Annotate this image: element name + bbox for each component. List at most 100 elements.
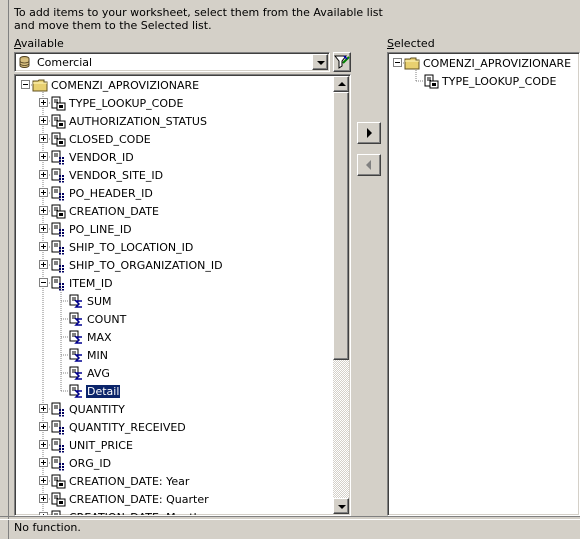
tree-node[interactable]: CREATION_DATE: Month	[15, 508, 333, 515]
tree-node-label: MIN	[87, 349, 108, 362]
selected-label: Selected	[387, 37, 435, 50]
tree-node[interactable]: VENDOR_ID	[15, 148, 333, 166]
numeric-item-icon	[50, 221, 66, 237]
tree-node[interactable]: QUANTITY	[15, 400, 333, 418]
tree-node-label: VENDOR_ID	[69, 151, 134, 164]
tree-node[interactable]: SHIP_TO_LOCATION_ID	[15, 238, 333, 256]
lov-item-icon	[50, 131, 66, 147]
tree-node[interactable]: MAX	[15, 328, 333, 346]
tree-node[interactable]: SHIP_TO_ORGANIZATION_ID	[15, 256, 333, 274]
expand-plus-icon[interactable]	[39, 134, 48, 143]
selected-tree[interactable]: COMENZI_APROVIZIONARE TYPE_LOOKUP_CODE	[387, 52, 580, 516]
move-to-selected-button[interactable]	[357, 122, 381, 144]
tree-node-label: COMENZI_APROVIZIONARE	[51, 79, 200, 92]
tree-node-label: PO_HEADER_ID	[69, 187, 153, 200]
expand-plus-icon[interactable]	[39, 512, 48, 515]
tree-node-label: CLOSED_CODE	[69, 133, 151, 146]
tree-node[interactable]: COMENZI_APROVIZIONARE	[388, 54, 578, 72]
tree-node-label: CREATION_DATE	[69, 205, 159, 218]
lov-item-icon	[423, 73, 439, 89]
tree-node-label: AUTHORIZATION_STATUS	[69, 115, 207, 128]
tree-node[interactable]: CREATION_DATE: Year	[15, 472, 333, 490]
tree-node-label: COUNT	[87, 313, 127, 326]
tree-node[interactable]: MIN	[15, 346, 333, 364]
business-area-value: Comercial	[37, 56, 93, 69]
expand-plus-icon[interactable]	[39, 98, 48, 107]
tree-node-label: PO_LINE_ID	[69, 223, 132, 236]
numeric-item-icon	[50, 257, 66, 273]
tree-node-label: SUM	[87, 295, 112, 308]
tree-node-label: SHIP_TO_ORGANIZATION_ID	[69, 259, 223, 272]
tree-node-label: CREATION_DATE: Month	[69, 511, 201, 515]
status-bar-text: No function.	[14, 521, 81, 534]
tree-node-label: SHIP_TO_LOCATION_ID	[69, 241, 194, 254]
numeric-item-icon	[50, 239, 66, 255]
filter-icon	[334, 55, 350, 69]
tree-node[interactable]: ITEM_ID	[15, 274, 333, 292]
numeric-item-icon	[50, 419, 66, 435]
numeric-item-icon	[50, 437, 66, 453]
tree-node[interactable]: SUM	[15, 292, 333, 310]
tree-node[interactable]: AVG	[15, 364, 333, 382]
tree-node[interactable]: COUNT	[15, 310, 333, 328]
numeric-item-icon	[50, 167, 66, 183]
filter-button[interactable]	[333, 52, 351, 72]
tree-node[interactable]: Detail	[15, 382, 333, 400]
tree-node[interactable]: VENDOR_SITE_ID	[15, 166, 333, 184]
lov-item-icon	[50, 509, 66, 515]
available-tree[interactable]: COMENZI_APROVIZIONARE TYPE_LOOKUP_CODE AUT…	[14, 74, 351, 516]
numeric-item-icon	[50, 185, 66, 201]
scroll-thumb[interactable]	[333, 92, 349, 360]
expand-plus-icon[interactable]	[39, 422, 48, 431]
available-vertical-scrollbar[interactable]	[333, 76, 349, 514]
chevron-down-icon	[317, 61, 325, 65]
tree-node[interactable]: CLOSED_CODE	[15, 130, 333, 148]
expand-plus-icon[interactable]	[39, 458, 48, 467]
arrow-right-icon	[367, 128, 372, 138]
expand-plus-icon[interactable]	[39, 170, 48, 179]
business-area-combobox[interactable]: Comercial	[14, 52, 330, 72]
tree-node-label: Detail	[84, 384, 122, 399]
expand-plus-icon[interactable]	[39, 404, 48, 413]
expand-plus-icon[interactable]	[39, 476, 48, 485]
expand-plus-icon[interactable]	[39, 440, 48, 449]
tree-node[interactable]: ORG_ID	[15, 454, 333, 472]
tree-node[interactable]: AUTHORIZATION_STATUS	[15, 112, 333, 130]
expand-plus-icon[interactable]	[39, 224, 48, 233]
expand-plus-icon[interactable]	[39, 188, 48, 197]
move-to-available-button[interactable]	[357, 154, 381, 176]
scroll-up-button[interactable]	[333, 76, 349, 92]
tree-node-label: QUANTITY	[69, 403, 125, 416]
expand-plus-icon[interactable]	[39, 152, 48, 161]
collapse-minus-icon[interactable]	[393, 58, 402, 67]
expand-plus-icon[interactable]	[39, 260, 48, 269]
tree-node[interactable]: COMENZI_APROVIZIONARE	[15, 76, 333, 94]
collapse-minus-icon[interactable]	[39, 278, 48, 287]
collapse-minus-icon[interactable]	[21, 80, 30, 89]
tree-node[interactable]: PO_LINE_ID	[15, 220, 333, 238]
tree-node[interactable]: CREATION_DATE	[15, 202, 333, 220]
expand-plus-icon[interactable]	[39, 494, 48, 503]
folder-icon	[404, 55, 420, 71]
expand-plus-icon[interactable]	[39, 206, 48, 215]
lov-item-icon	[50, 203, 66, 219]
instruction-text: To add items to your worksheet, select t…	[14, 6, 383, 32]
expand-plus-icon[interactable]	[39, 116, 48, 125]
tree-node[interactable]: PO_HEADER_ID	[15, 184, 333, 202]
tree-node[interactable]: TYPE_LOOKUP_CODE	[388, 72, 578, 90]
tree-node-label: QUANTITY_RECEIVED	[69, 421, 186, 434]
sigma-icon	[68, 383, 84, 399]
scroll-down-button[interactable]	[333, 498, 349, 514]
tree-node[interactable]: UNIT_PRICE	[15, 436, 333, 454]
arrow-down-icon	[338, 505, 346, 509]
combo-dropdown-button[interactable]	[312, 54, 328, 70]
expand-plus-icon[interactable]	[39, 242, 48, 251]
tree-node[interactable]: QUANTITY_RECEIVED	[15, 418, 333, 436]
arrow-left-icon	[366, 160, 371, 170]
arrow-up-icon	[338, 82, 346, 86]
tree-node-label: COMENZI_APROVIZIONARE	[423, 57, 572, 70]
tree-node[interactable]: CREATION_DATE: Quarter	[15, 490, 333, 508]
numeric-item-icon	[50, 455, 66, 471]
tree-node[interactable]: TYPE_LOOKUP_CODE	[15, 94, 333, 112]
folder-icon	[32, 77, 48, 93]
